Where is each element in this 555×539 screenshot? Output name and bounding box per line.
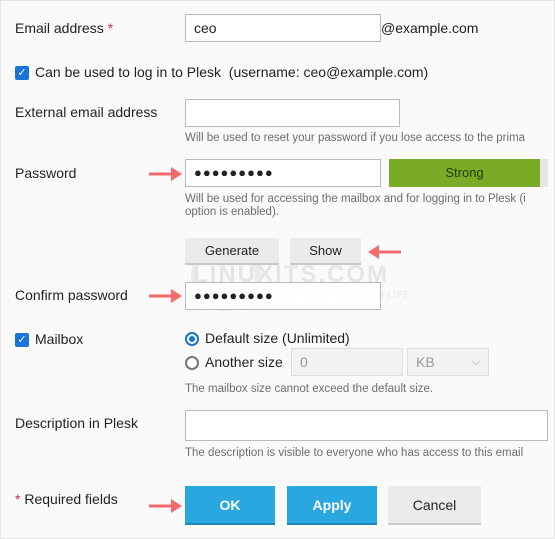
password-hint-line2: option is enabled). bbox=[185, 206, 279, 218]
mailbox-size-input[interactable]: 0 bbox=[291, 348, 403, 376]
email-input[interactable]: ceo bbox=[185, 14, 381, 42]
password-input[interactable]: ●●●●●●●●● bbox=[185, 159, 381, 187]
password-strength-meter: Strong bbox=[389, 159, 548, 187]
login-checkbox[interactable]: ✓ bbox=[15, 66, 29, 80]
external-email-input[interactable] bbox=[185, 99, 400, 127]
email-label-text: Email address bbox=[15, 20, 104, 36]
external-email-label: External email address bbox=[15, 104, 158, 120]
mailbox-label: Mailbox bbox=[35, 331, 84, 347]
password-label: Password bbox=[15, 165, 77, 181]
description-label: Description in Plesk bbox=[15, 415, 138, 431]
password-strength-bar: Strong bbox=[389, 159, 541, 187]
login-label-text: Can be used to log in to Plesk bbox=[35, 64, 222, 80]
arrow-right-icon bbox=[149, 289, 182, 303]
required-mark: * bbox=[15, 491, 21, 507]
password-hint-line1: Will be used for accessing the mailbox a… bbox=[185, 193, 526, 205]
default-size-label: Default size (Unlimited) bbox=[205, 330, 350, 346]
ok-button[interactable]: OK bbox=[185, 486, 275, 525]
external-email-hint: Will be used to reset your password if y… bbox=[185, 132, 526, 144]
generate-button[interactable]: Generate bbox=[185, 238, 279, 265]
description-textarea[interactable] bbox=[185, 410, 548, 441]
mailbox-size-hint: The mailbox size cannot exceed the defau… bbox=[185, 383, 434, 395]
mailbox-checkbox[interactable]: ✓ bbox=[15, 333, 29, 347]
description-hint: The description is visible to everyone w… bbox=[185, 447, 524, 459]
unit-value: KB bbox=[416, 354, 435, 370]
show-button[interactable]: Show bbox=[290, 238, 361, 265]
required-fields-text: Required fields bbox=[24, 491, 118, 507]
cancel-button[interactable]: Cancel bbox=[388, 486, 481, 525]
another-size-label: Another size bbox=[205, 354, 283, 370]
login-username: (username: ceo@example.com) bbox=[228, 64, 429, 80]
another-size-radio[interactable] bbox=[185, 356, 199, 370]
apply-button[interactable]: Apply bbox=[287, 486, 377, 525]
confirm-password-label: Confirm password bbox=[15, 287, 128, 303]
default-size-radio[interactable] bbox=[185, 332, 199, 346]
required-fields-note: * Required fields bbox=[15, 491, 118, 507]
mail-account-form: Email address * ceo @example.com ✓ Can b… bbox=[0, 0, 555, 539]
arrow-right-icon bbox=[149, 167, 182, 181]
required-mark: * bbox=[107, 20, 114, 36]
email-domain: @example.com bbox=[381, 20, 479, 36]
confirm-password-input[interactable]: ●●●●●●●●● bbox=[185, 282, 381, 310]
arrow-left-icon bbox=[368, 245, 401, 259]
login-label: Can be used to log in to Plesk (username… bbox=[35, 64, 535, 80]
mailbox-unit-select[interactable]: KB ⌵ bbox=[407, 348, 489, 376]
email-label: Email address * bbox=[15, 20, 113, 36]
chevron-down-icon: ⌵ bbox=[471, 356, 480, 368]
password-hint: Will be used for accessing the mailbox a… bbox=[185, 193, 548, 219]
arrow-right-icon bbox=[149, 499, 182, 513]
